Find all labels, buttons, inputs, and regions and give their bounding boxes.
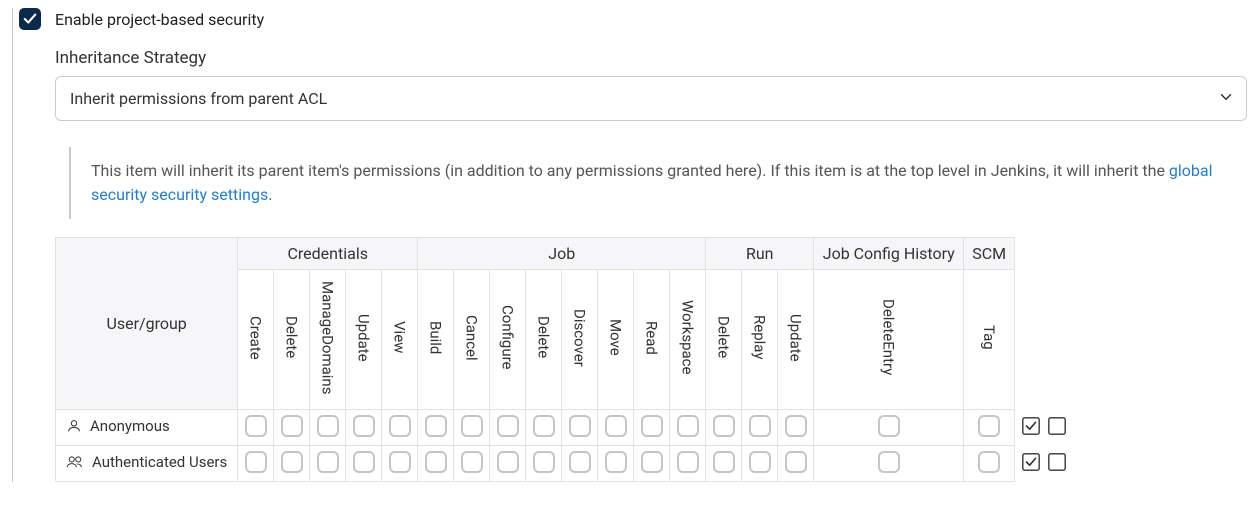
perm-job-read: Read: [634, 270, 670, 410]
perm-checkbox[interactable]: [245, 451, 267, 473]
unselect-all-button[interactable]: [1047, 416, 1067, 440]
users-icon: [66, 454, 84, 470]
perm-checkbox[interactable]: [569, 415, 591, 437]
perm-job-discover: Discover: [562, 270, 598, 410]
select-all-button[interactable]: [1021, 452, 1041, 476]
select-all-button[interactable]: [1021, 416, 1041, 440]
perm-checkbox[interactable]: [677, 451, 699, 473]
header-run: Run: [706, 238, 814, 270]
perm-run-update: Update: [778, 270, 814, 410]
perm-job-cancel: Cancel: [454, 270, 490, 410]
header-user-group: User/group: [56, 238, 238, 410]
perm-checkbox[interactable]: [605, 415, 627, 437]
perm-checkbox[interactable]: [317, 451, 339, 473]
perm-checkbox[interactable]: [425, 451, 447, 473]
perm-checkbox[interactable]: [878, 451, 900, 473]
perm-cred-create: Create: [238, 270, 274, 410]
row-name-anonymous: Anonymous: [90, 417, 170, 435]
enable-security-checkbox[interactable]: [19, 8, 41, 30]
perm-checkbox[interactable]: [605, 451, 627, 473]
perm-checkbox[interactable]: [281, 451, 303, 473]
table-row-anonymous: Anonymous: [56, 410, 1075, 446]
header-history: Job Config History: [814, 238, 964, 270]
chevron-down-icon: [1217, 88, 1235, 110]
header-actions: [1015, 238, 1075, 410]
enable-security-row: Enable project-based security: [19, 8, 1247, 30]
perm-cred-manage: ManageDomains: [310, 270, 346, 410]
perm-checkbox[interactable]: [978, 415, 1000, 437]
perm-checkbox[interactable]: [533, 415, 555, 437]
perm-run-delete: Delete: [706, 270, 742, 410]
inheritance-strategy-select[interactable]: Inherit permissions from parent ACL: [55, 76, 1247, 121]
inheritance-info-prefix: This item will inherit its parent item's…: [91, 161, 1169, 180]
perm-checkbox[interactable]: [785, 415, 807, 437]
perm-checkbox[interactable]: [389, 451, 411, 473]
perm-checkbox[interactable]: [749, 415, 771, 437]
perm-checkbox[interactable]: [497, 415, 519, 437]
perm-run-replay: Replay: [742, 270, 778, 410]
user-icon: [66, 418, 82, 434]
unselect-all-icon: [1047, 416, 1067, 436]
unselect-all-icon: [1047, 452, 1067, 472]
table-row-authenticated: Authenticated Users: [56, 446, 1075, 482]
unselect-all-button[interactable]: [1047, 452, 1067, 476]
perm-checkbox[interactable]: [713, 415, 735, 437]
perm-checkbox[interactable]: [677, 415, 699, 437]
perm-checkbox[interactable]: [389, 415, 411, 437]
perm-checkbox[interactable]: [317, 415, 339, 437]
perm-checkbox[interactable]: [281, 415, 303, 437]
header-credentials: Credentials: [238, 238, 418, 270]
perm-job-build: Build: [418, 270, 454, 410]
header-job: Job: [418, 238, 706, 270]
perm-checkbox[interactable]: [978, 451, 1000, 473]
header-scm: SCM: [964, 238, 1015, 270]
perm-checkbox[interactable]: [533, 451, 555, 473]
select-all-icon: [1021, 452, 1041, 472]
perm-checkbox[interactable]: [353, 415, 375, 437]
perm-scm-tag: Tag: [964, 270, 1015, 410]
perm-checkbox[interactable]: [878, 415, 900, 437]
perm-history-delete: DeleteEntry: [814, 270, 964, 410]
perm-checkbox[interactable]: [353, 451, 375, 473]
row-name-authenticated: Authenticated Users: [92, 453, 227, 471]
perm-checkbox[interactable]: [245, 415, 267, 437]
enable-security-label: Enable project-based security: [55, 10, 264, 29]
perm-cred-view: View: [382, 270, 418, 410]
check-icon: [23, 12, 37, 26]
perm-job-configure: Configure: [490, 270, 526, 410]
perm-checkbox[interactable]: [713, 451, 735, 473]
perm-checkbox[interactable]: [641, 451, 663, 473]
perm-checkbox[interactable]: [569, 451, 591, 473]
perm-checkbox[interactable]: [425, 415, 447, 437]
perm-job-delete: Delete: [526, 270, 562, 410]
inheritance-strategy-label: Inheritance Strategy: [55, 48, 1247, 68]
permissions-table: User/group Credentials Job Run Job Confi…: [55, 237, 1075, 482]
perm-cred-delete: Delete: [274, 270, 310, 410]
inheritance-info-suffix: .: [268, 185, 272, 204]
select-all-icon: [1021, 416, 1041, 436]
perm-checkbox[interactable]: [749, 451, 771, 473]
perm-checkbox[interactable]: [641, 415, 663, 437]
perm-job-workspace: Workspace: [670, 270, 706, 410]
perm-checkbox[interactable]: [497, 451, 519, 473]
perm-job-move: Move: [598, 270, 634, 410]
inheritance-strategy-value: Inherit permissions from parent ACL: [70, 89, 327, 108]
inheritance-info: This item will inherit its parent item's…: [69, 147, 1247, 219]
perm-checkbox[interactable]: [461, 415, 483, 437]
perm-cred-update: Update: [346, 270, 382, 410]
perm-checkbox[interactable]: [785, 451, 807, 473]
perm-checkbox[interactable]: [461, 451, 483, 473]
